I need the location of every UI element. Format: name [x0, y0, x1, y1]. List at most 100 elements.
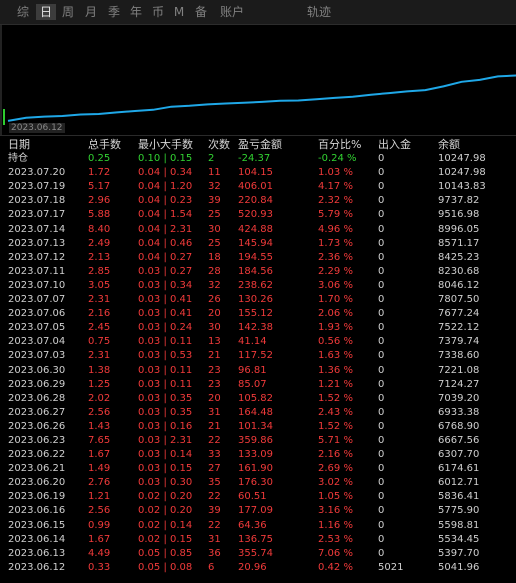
table-row[interactable]: 2023.06.19 1.21 0.02 | 0.20 22 60.51 1.05 % 0 5…	[0, 490, 516, 504]
table-row[interactable]: 2023.07.20 1.72 0.04 | 0.34 11 104.15 1.03 % 0…	[0, 166, 516, 180]
row-deposit-withdraw: 0	[378, 181, 385, 193]
table-row[interactable]: 2023.06.16 2.56 0.02 | 0.20 39 177.09 3.16 % 0…	[0, 504, 516, 518]
row-deposit-withdraw: 0	[378, 336, 385, 348]
row-date: 2023.07.10	[8, 279, 66, 291]
table-row[interactable]: 2023.06.30 1.38 0.03 | 0.11 23 96.81 1.36 % 0 7…	[0, 364, 516, 378]
row-profit-loss: 41.14	[238, 336, 267, 348]
row-balance: 7039.20	[438, 392, 480, 404]
row-date: 2023.06.16	[8, 505, 66, 517]
row-profit-loss: 145.94	[238, 237, 273, 249]
tab-month[interactable]: 月	[83, 4, 99, 20]
row-total-lots: 2.85	[88, 265, 111, 277]
row-count: 33	[208, 449, 221, 461]
row-count: 30	[208, 322, 221, 334]
row-count: 32	[208, 181, 221, 193]
table-row[interactable]: 2023.06.20 2.76 0.03 | 0.30 35 176.30 3.02 % 0…	[0, 476, 516, 490]
row-count: 31	[208, 533, 221, 545]
row-balance: 8996.05	[438, 223, 480, 235]
tab-week[interactable]: 周	[60, 4, 76, 20]
row-total-lots: 2.76	[88, 477, 111, 489]
table-row[interactable]: 2023.07.07 2.31 0.03 | 0.41 26 130.26 1.70 % 0…	[0, 293, 516, 307]
header-date[interactable]: 日期	[8, 138, 30, 152]
table-row[interactable]: 2023.07.12 2.13 0.04 | 0.27 18 194.55 2.36 % 0…	[0, 251, 516, 265]
row-total-lots: 1.72	[88, 167, 111, 179]
row-count: 6	[208, 561, 215, 573]
row-percent: 5.71 %	[318, 434, 353, 446]
table-row[interactable]: 2023.07.06 2.16 0.03 | 0.41 20 155.12 2.06 % 0…	[0, 307, 516, 321]
tab-m[interactable]: M	[173, 4, 185, 20]
row-min-max-lots: 0.03 | 0.41	[138, 294, 193, 306]
row-percent: 2.69 %	[318, 463, 353, 475]
holding-row[interactable]: 持仓 0.25 0.10 | 0.15 2 -24.37 -0.24 % 0 1…	[0, 152, 516, 166]
table-row[interactable]: 2023.07.03 2.31 0.03 | 0.53 21 117.52 1.63 % 0…	[0, 349, 516, 363]
row-balance: 5598.81	[438, 519, 480, 531]
header-profit-loss[interactable]: 盈亏金额	[238, 138, 282, 152]
table-row[interactable]: 2023.06.13 4.49 0.05 | 0.85 36 355.74 7.06 % 0…	[0, 547, 516, 561]
header-balance[interactable]: 余额	[438, 138, 460, 152]
table-row[interactable]: 2023.07.04 0.75 0.03 | 0.11 13 41.14 0.56 % 0 7…	[0, 335, 516, 349]
holding-total-lots: 0.25	[88, 153, 111, 165]
tab-currency[interactable]: 币	[150, 4, 166, 20]
row-min-max-lots: 0.04 | 2.31	[138, 223, 193, 235]
row-min-max-lots: 0.04 | 0.34	[138, 167, 193, 179]
row-date: 2023.07.14	[8, 223, 66, 235]
row-date: 2023.06.23	[8, 434, 66, 446]
header-total-lots[interactable]: 总手数	[88, 138, 121, 152]
tab-summary[interactable]: 综	[15, 4, 31, 20]
header-count[interactable]: 次数	[208, 138, 230, 152]
tab-year[interactable]: 年	[128, 4, 144, 20]
tab-backup[interactable]: 备	[193, 4, 209, 20]
row-deposit-withdraw: 0	[378, 533, 385, 545]
table-row[interactable]: 2023.07.11 2.85 0.03 | 0.27 28 184.56 2.29 % 0…	[0, 265, 516, 279]
row-percent: 1.70 %	[318, 294, 353, 306]
table-row[interactable]: 2023.06.22 1.67 0.03 | 0.14 33 133.09 2.16 % 0…	[0, 448, 516, 462]
balance-curve-chart	[0, 25, 516, 136]
table-row[interactable]: 2023.06.28 2.02 0.03 | 0.35 20 105.82 1.52 % 0…	[0, 392, 516, 406]
row-profit-loss: 220.84	[238, 195, 273, 207]
row-balance: 7677.24	[438, 308, 480, 320]
table-row[interactable]: 2023.06.14 1.67 0.02 | 0.15 31 136.75 2.53 % 0…	[0, 533, 516, 547]
table-row[interactable]: 2023.07.18 2.96 0.04 | 0.23 39 220.84 2.32 % 0…	[0, 194, 516, 208]
row-profit-loss: 194.55	[238, 251, 273, 263]
tab-account[interactable]: 账户	[218, 4, 246, 20]
table-row[interactable]: 2023.06.29 1.25 0.03 | 0.11 23 85.07 1.21 % 0 7…	[0, 378, 516, 392]
holding-label: 持仓	[8, 153, 28, 165]
row-deposit-withdraw: 0	[378, 364, 385, 376]
table-row[interactable]: 2023.07.10 3.05 0.03 | 0.34 32 238.62 3.06 % 0…	[0, 279, 516, 293]
row-deposit-withdraw: 0	[378, 350, 385, 362]
row-min-max-lots: 0.02 | 0.15	[138, 533, 193, 545]
row-date: 2023.07.12	[8, 251, 66, 263]
table-row[interactable]: 2023.06.23 7.65 0.03 | 2.31 22 359.86 5.71 % 0…	[0, 434, 516, 448]
table-row[interactable]: 2023.06.26 1.43 0.03 | 0.16 21 101.34 1.52 % 0…	[0, 420, 516, 434]
row-deposit-withdraw: 0	[378, 463, 385, 475]
table-header-row: 日期 总手数 最小大手数 次数 盈亏金额 百分比% 出入金 余额	[0, 138, 516, 152]
tab-day[interactable]: 日	[36, 4, 56, 20]
row-date: 2023.07.07	[8, 294, 66, 306]
row-balance: 7807.50	[438, 294, 480, 306]
row-deposit-withdraw: 0	[378, 167, 385, 179]
row-percent: 3.02 %	[318, 477, 353, 489]
table-row[interactable]: 2023.07.19 5.17 0.04 | 1.20 32 406.01 4.17 % 0…	[0, 180, 516, 194]
table-row[interactable]: 2023.07.17 5.88 0.04 | 1.54 25 520.93 5.79 % 0…	[0, 208, 516, 222]
tab-quarter[interactable]: 季	[106, 4, 122, 20]
header-deposit-withdraw[interactable]: 出入金	[378, 138, 411, 152]
table-row[interactable]: 2023.06.12 0.33 0.05 | 0.08 6 20.96 0.42 % 502…	[0, 561, 516, 575]
row-date: 2023.07.05	[8, 322, 66, 334]
chart-start-date: 2023.06.12	[9, 123, 65, 133]
header-percent[interactable]: 百分比%	[318, 138, 361, 152]
tab-trajectory[interactable]: 轨迹	[305, 4, 333, 20]
table-row[interactable]: 2023.07.05 2.45 0.03 | 0.24 30 142.38 1.93 % 0…	[0, 321, 516, 335]
row-min-max-lots: 0.03 | 0.15	[138, 463, 193, 475]
row-profit-loss: 117.52	[238, 350, 273, 362]
row-profit-loss: 177.09	[238, 505, 273, 517]
table-row[interactable]: 2023.07.14 8.40 0.04 | 2.31 30 424.88 4.96 % 0…	[0, 223, 516, 237]
table-row[interactable]: 2023.06.15 0.99 0.02 | 0.14 22 64.36 1.16 % 0 5…	[0, 519, 516, 533]
header-min-max-lots[interactable]: 最小大手数	[138, 138, 193, 152]
row-count: 22	[208, 519, 221, 531]
row-min-max-lots: 0.04 | 1.54	[138, 209, 193, 221]
row-deposit-withdraw: 0	[378, 420, 385, 432]
row-balance: 8425.23	[438, 251, 480, 263]
table-row[interactable]: 2023.06.21 1.49 0.03 | 0.15 27 161.90 2.69 % 0…	[0, 462, 516, 476]
table-row[interactable]: 2023.07.13 2.49 0.04 | 0.46 25 145.94 1.73 % 0…	[0, 237, 516, 251]
table-row[interactable]: 2023.06.27 2.56 0.03 | 0.35 31 164.48 2.43 % 0…	[0, 406, 516, 420]
